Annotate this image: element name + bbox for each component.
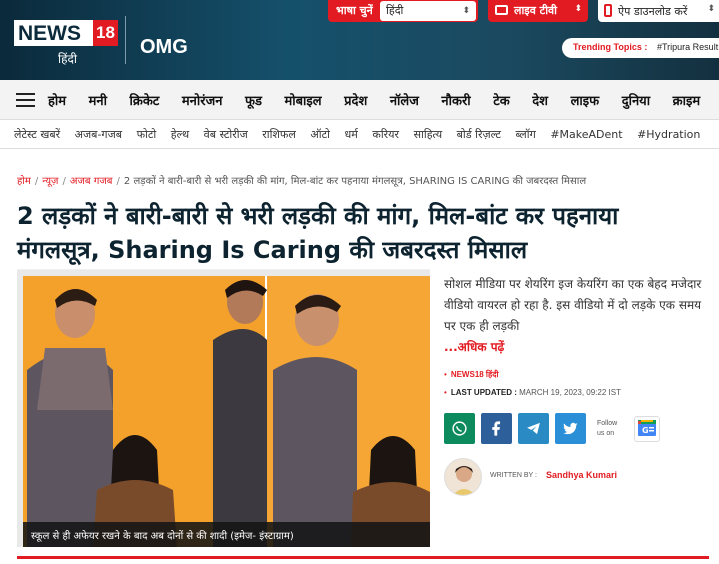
news18-logo[interactable]: NEWS 18 हिंदी: [14, 14, 118, 66]
trending-label: Trending Topics :: [573, 42, 648, 52]
hamburger-menu-icon[interactable]: [16, 93, 35, 107]
nav-item[interactable]: प्रदेश: [344, 94, 367, 109]
sub-nav: लेटेस्ट खबरें अजब-गजब फोटो हेल्थ वेब स्ट…: [0, 121, 719, 149]
author-name-link[interactable]: Sandhya Kumari: [546, 470, 617, 480]
sub-nav-item[interactable]: हेल्थ: [171, 128, 189, 141]
sub-nav-item[interactable]: #Hydration: [637, 128, 700, 141]
nav-item[interactable]: होम: [48, 94, 66, 109]
logo-language: हिंदी: [58, 52, 77, 66]
article-source: • NEWS18 हिंदी: [444, 370, 499, 379]
nav-item[interactable]: क्रिकेट: [129, 94, 159, 109]
article-headline: 2 लड़कों ने बारी-बारी से भरी लड़की की मा…: [17, 202, 619, 264]
sub-nav-item[interactable]: अजब-गजब: [75, 128, 122, 141]
app-download-button[interactable]: ऐप डाउनलोड करें ⬍: [598, 0, 719, 22]
article-hero-image[interactable]: स्कूल से ही अफेयर रखने के बाद अब दोनों स…: [17, 269, 430, 547]
nav-item[interactable]: मनोरंजन: [182, 94, 223, 109]
breadcrumb-link[interactable]: अजब गजब: [70, 176, 113, 187]
whatsapp-icon: [452, 421, 467, 436]
trending-link[interactable]: #Tripura Result: [657, 42, 718, 52]
whatsapp-share-button[interactable]: [444, 413, 475, 444]
sub-nav-item[interactable]: करियर: [372, 128, 399, 141]
site-header: NEWS 18 हिंदी OMG भाषा चुनें हिंदी ⬍ लाइ…: [0, 0, 719, 80]
svg-text:G: G: [642, 426, 649, 435]
chevron-updown-icon: ⬍: [707, 4, 715, 14]
chevron-updown-icon: ⬍: [462, 6, 470, 16]
sub-nav-item[interactable]: ऑटो: [310, 128, 330, 141]
sub-nav-item[interactable]: बोर्ड रिज़ल्ट: [457, 128, 501, 141]
breadcrumb: होम / न्यूज़ / अजब गजब/2 लड़कों ने बारी-बारी…: [17, 176, 587, 187]
section-divider: [17, 556, 709, 559]
live-tv-button[interactable]: लाइव टीवी ⬍: [488, 0, 588, 22]
nav-item[interactable]: क्राइम: [673, 94, 701, 109]
language-value: हिंदी: [386, 4, 404, 17]
telegram-share-button[interactable]: [518, 413, 549, 444]
language-selector: भाषा चुनें हिंदी ⬍: [328, 0, 478, 22]
nav-item[interactable]: मनी: [89, 94, 107, 109]
google-news-icon[interactable]: G: [634, 416, 660, 442]
sub-nav-item[interactable]: राशिफल: [262, 128, 296, 141]
read-more-link[interactable]: ...अधिक पढ़ें: [444, 338, 504, 355]
sub-nav-item[interactable]: लेटेस्ट खबरें: [14, 128, 60, 141]
main-nav-items: होम मनी क्रिकेट मनोरंजन फूड मोबाइल प्रदे…: [48, 91, 718, 109]
breadcrumb-link[interactable]: न्यूज़: [42, 176, 58, 187]
language-dropdown[interactable]: हिंदी ⬍: [380, 1, 476, 21]
article-summary: सोशल मीडिया पर शेयरिंग इज केयरिंग का एक …: [444, 277, 702, 333]
nav-item[interactable]: नौकरी: [441, 94, 470, 109]
logo-wordmark: NEWS: [14, 20, 94, 46]
sub-nav-items: लेटेस्ट खबरें अजब-गजब फोटो हेल्थ वेब स्ट…: [14, 127, 711, 142]
nav-item[interactable]: देश: [532, 94, 548, 109]
logo-divider: [125, 16, 126, 64]
chevron-updown-icon: ⬍: [574, 4, 582, 14]
live-tv-label: लाइव टीवी: [514, 4, 558, 17]
app-download-label: ऐप डाउनलोड करें: [618, 5, 688, 18]
nav-item[interactable]: लाइफ: [571, 94, 600, 109]
twitter-share-button[interactable]: [555, 413, 586, 444]
last-updated: • LAST UPDATED : MARCH 19, 2023, 09:22 IS…: [444, 388, 621, 397]
follow-us-label: Follow us on: [597, 420, 618, 437]
image-caption-bar: स्कूल से ही अफेयर रखने के बाद अब दोनों स…: [23, 522, 430, 547]
nav-item[interactable]: नॉलेज: [390, 94, 419, 109]
author-avatar[interactable]: [444, 458, 482, 496]
sub-nav-item[interactable]: ब्लॉग: [515, 128, 535, 141]
nav-item[interactable]: मोबाइल: [284, 94, 321, 109]
phone-icon: [604, 4, 612, 17]
facebook-icon: [492, 421, 501, 436]
written-by-label: WRITTEN BY :: [490, 472, 537, 479]
last-updated-value: MARCH 19, 2023, 09:22 IST: [519, 388, 621, 397]
trending-topics: Trending Topics : #Tripura Result: [562, 38, 719, 58]
sub-nav-item[interactable]: साहित्य: [414, 128, 443, 141]
facebook-share-button[interactable]: [481, 413, 512, 444]
hero-photo: [23, 276, 430, 547]
main-nav: होम मनी क्रिकेट मनोरंजन फूड मोबाइल प्रदे…: [0, 80, 719, 120]
nav-item[interactable]: फूड: [245, 94, 262, 109]
last-updated-label: LAST UPDATED :: [450, 388, 517, 397]
nav-item[interactable]: दुनिया: [622, 94, 650, 109]
source-name[interactable]: NEWS18 हिंदी: [451, 370, 499, 379]
image-caption: स्कूल से ही अफेयर रखने के बाद अब दोनों स…: [31, 531, 294, 542]
sub-nav-item[interactable]: वेब स्टोरीज: [204, 128, 248, 141]
sub-nav-item[interactable]: #MakeADent: [550, 128, 622, 141]
tv-icon: [495, 5, 508, 15]
breadcrumb-link[interactable]: होम: [17, 176, 31, 187]
telegram-icon: [527, 422, 540, 435]
language-label: भाषा चुनें: [336, 4, 373, 17]
nav-item[interactable]: टेक: [493, 94, 510, 109]
twitter-icon: [563, 422, 578, 435]
sub-nav-item[interactable]: फोटो: [137, 128, 157, 141]
breadcrumb-current: 2 लड़कों ने बारी-बारी से भरी लड़की की मा…: [123, 176, 587, 187]
logo-number: 18: [93, 20, 118, 46]
sub-nav-item[interactable]: धर्म: [345, 128, 358, 141]
section-title[interactable]: OMG: [140, 36, 188, 59]
